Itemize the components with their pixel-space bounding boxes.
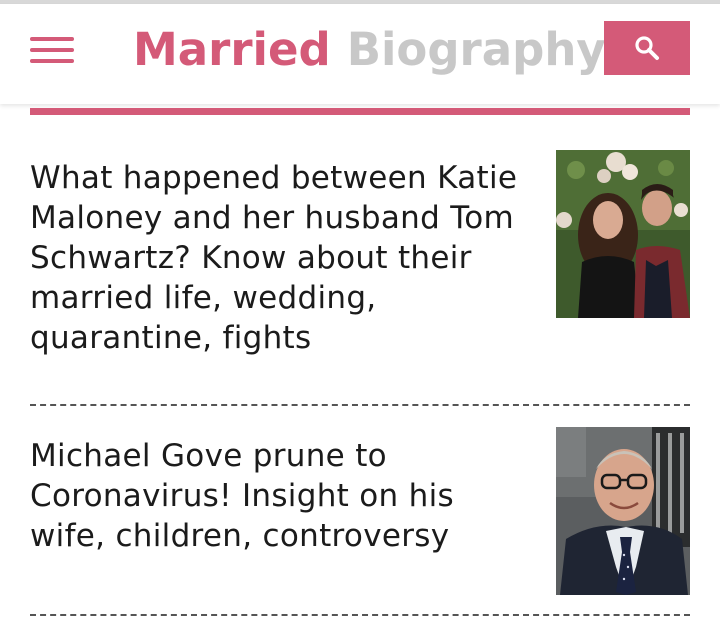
article-card[interactable]: Michael Gove prune to Coronavirus! Insig… [30,427,690,606]
header-accent-bar [30,108,690,115]
site-logo[interactable]: Married Biography [133,20,606,80]
hamburger-menu-icon[interactable] [30,35,74,65]
article-title-link[interactable]: Michael Gove prune to Coronavirus! Insig… [30,436,535,556]
man-portrait-photo[interactable] [556,427,690,595]
article-card[interactable]: What happened between Katie Maloney and … [30,150,690,358]
search-button[interactable] [604,21,690,75]
article-title-link[interactable]: What happened between Katie Maloney and … [30,158,535,358]
search-icon [635,36,659,60]
article-divider [30,614,690,616]
article-divider [30,404,690,406]
logo-word-biography: Biography [346,23,606,76]
couple-photo[interactable] [556,150,690,318]
site-header: Married Biography [0,4,720,104]
logo-word-married: Married [133,23,331,76]
